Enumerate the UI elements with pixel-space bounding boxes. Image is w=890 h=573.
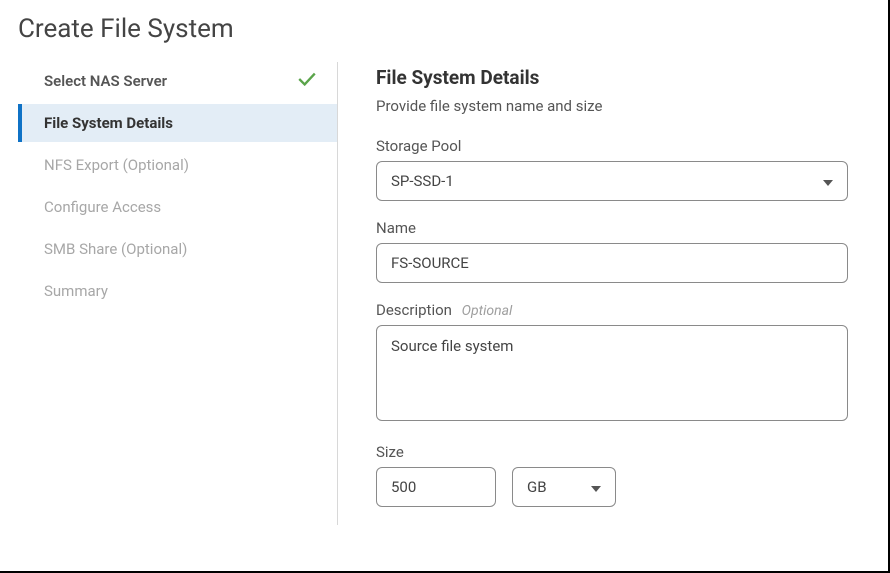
wizard-sidebar: Select NAS Server File System Details NF… [18, 62, 338, 525]
storage-pool-select[interactable]: SP-SSD-1 [376, 161, 848, 201]
wizard-body: Select NAS Server File System Details NF… [0, 62, 888, 525]
page-title: Create File System [0, 0, 888, 62]
description-field: Description Optional [376, 301, 860, 425]
description-label-text: Description [376, 301, 452, 319]
size-unit-value: GB [527, 478, 547, 496]
size-field: Size GB [376, 443, 860, 507]
sidebar-item-summary[interactable]: Summary [18, 272, 337, 310]
size-unit-select[interactable]: GB [512, 467, 616, 507]
name-field: Name [376, 219, 860, 283]
sidebar-item-label: Configure Access [44, 198, 161, 216]
sidebar-item-label: Summary [44, 282, 108, 300]
check-icon [297, 72, 317, 90]
sidebar-item-nfs-export[interactable]: NFS Export (Optional) [18, 146, 337, 184]
size-input[interactable] [376, 467, 496, 507]
sidebar-item-label: File System Details [44, 114, 173, 132]
caret-down-icon [591, 478, 601, 496]
details-panel: File System Details Provide file system … [338, 62, 870, 525]
sidebar-item-label: NFS Export (Optional) [44, 156, 189, 174]
sidebar-item-label: SMB Share (Optional) [44, 240, 187, 258]
storage-pool-field: Storage Pool SP-SSD-1 [376, 137, 860, 201]
sidebar-item-label: Select NAS Server [44, 72, 167, 90]
sidebar-item-file-system-details[interactable]: File System Details [18, 104, 337, 142]
description-label: Description Optional [376, 301, 860, 319]
size-label: Size [376, 443, 860, 461]
details-heading: File System Details [376, 66, 860, 89]
caret-down-icon [823, 172, 833, 190]
sidebar-item-configure-access[interactable]: Configure Access [18, 188, 337, 226]
sidebar-item-smb-share[interactable]: SMB Share (Optional) [18, 230, 337, 268]
name-label: Name [376, 219, 860, 237]
name-input[interactable] [376, 243, 848, 283]
sidebar-item-select-nas-server[interactable]: Select NAS Server [18, 62, 337, 100]
description-textarea[interactable] [376, 325, 848, 421]
storage-pool-value: SP-SSD-1 [391, 172, 454, 190]
description-optional-hint: Optional [462, 303, 513, 319]
storage-pool-label: Storage Pool [376, 137, 860, 155]
details-subheading: Provide file system name and size [376, 97, 860, 115]
